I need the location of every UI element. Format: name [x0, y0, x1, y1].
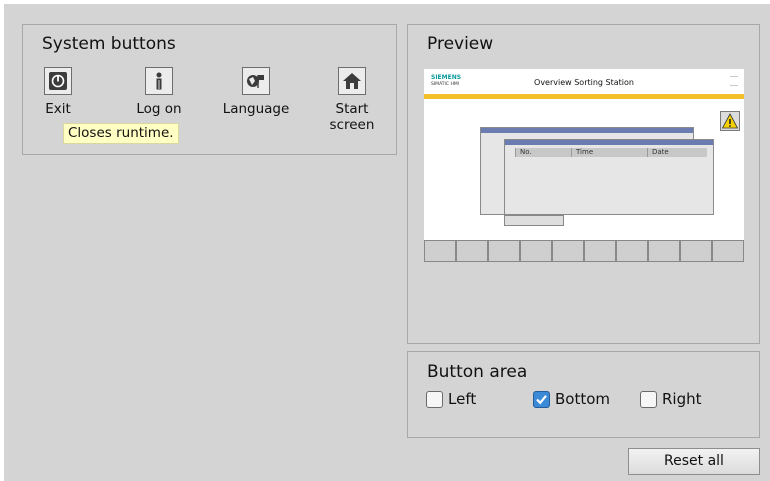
- system-buttons-panel: System buttons Exit Log on Language Star…: [22, 24, 397, 155]
- button-area-title: Button area: [427, 362, 528, 382]
- option-right-label: Right: [662, 390, 702, 408]
- tooltip: Closes runtime.: [63, 123, 179, 144]
- preview-footer-button: [424, 240, 456, 262]
- option-bottom[interactable]: Bottom: [533, 390, 610, 408]
- dialog-root: System buttons Exit Log on Language Star…: [4, 4, 770, 481]
- button-area-panel: Button area Left Bottom Right: [407, 351, 760, 438]
- date-text: ——: [730, 83, 738, 88]
- exit-icon: [44, 67, 72, 95]
- clock-text: ——: [730, 74, 738, 79]
- option-bottom-label: Bottom: [555, 390, 611, 408]
- preview-title: Preview: [427, 34, 494, 54]
- preview-footer-button: [552, 240, 584, 262]
- start-screen-button[interactable]: Start screen: [317, 67, 387, 133]
- preview-footer-button: [584, 240, 616, 262]
- system-buttons-title: System buttons: [42, 34, 176, 54]
- log-on-label: Log on: [136, 101, 182, 117]
- reset-all-button[interactable]: Reset all: [628, 448, 760, 475]
- exit-button[interactable]: Exit: [23, 67, 93, 117]
- alarm-window: No. Time Date: [504, 139, 714, 215]
- window-titlebar: [481, 128, 693, 133]
- preview-ok-button: [504, 215, 564, 226]
- warning-icon: [720, 111, 740, 131]
- preview-button-bar: [424, 240, 744, 262]
- exit-label: Exit: [45, 101, 71, 117]
- preview-footer-button: [456, 240, 488, 262]
- column-header: No.: [515, 148, 571, 157]
- language-button[interactable]: Language: [221, 67, 291, 117]
- bottom-checkbox[interactable]: [533, 390, 550, 408]
- preview-footer-button: [616, 240, 648, 262]
- preview-footer-button: [488, 240, 520, 262]
- start-screen-label: Start screen: [329, 101, 375, 133]
- checkmark-icon: [536, 394, 547, 404]
- preview-footer-button: [712, 240, 744, 262]
- right-checkbox[interactable]: [640, 390, 657, 408]
- left-checkbox[interactable]: [426, 390, 443, 408]
- column-header: Date: [647, 148, 707, 157]
- preview-screen: SIEMENS SIMATIC HMI Overview Sorting Sta…: [424, 69, 744, 262]
- language-icon: [242, 67, 270, 95]
- option-right[interactable]: Right: [640, 390, 702, 408]
- option-left-label: Left: [448, 390, 477, 408]
- log-on-button[interactable]: Log on: [124, 67, 194, 117]
- home-icon: [338, 67, 366, 95]
- window-titlebar: [505, 140, 713, 145]
- preview-panel: Preview SIEMENS SIMATIC HMI Overview Sor…: [407, 24, 760, 344]
- column-header: Time: [571, 148, 647, 157]
- screen-title: Overview Sorting Station: [534, 78, 634, 87]
- preview-footer-button: [680, 240, 712, 262]
- language-label: Language: [222, 101, 290, 117]
- preview-footer-button: [520, 240, 552, 262]
- user-icon: [145, 67, 173, 95]
- option-left[interactable]: Left: [426, 390, 476, 408]
- accent-bar: [424, 94, 744, 99]
- preview-footer-button: [648, 240, 680, 262]
